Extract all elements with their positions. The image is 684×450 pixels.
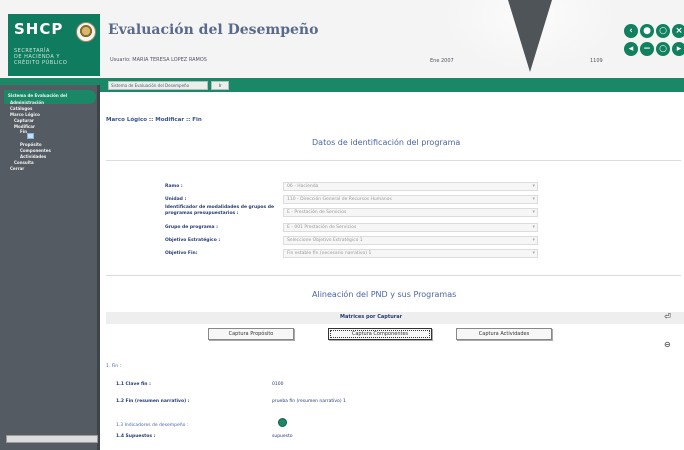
chevron-down-icon: ▾	[532, 209, 535, 215]
go-circle-icon[interactable]	[278, 418, 287, 427]
section-title-alineacion: Alineación del PND y sus Programas	[312, 290, 457, 299]
national-seal-icon	[76, 22, 96, 42]
label-clave-fin: 1.1 Clave fin :	[116, 382, 151, 387]
captura-actividades-button[interactable]: Captura Actividades	[456, 328, 552, 340]
objetivo-estrategico-value: Seleccione Objetivo Estratégico 1	[287, 238, 363, 243]
ramo-select[interactable]: 06 - Hacienda ▾	[283, 182, 538, 191]
fin-section-title: 1. Fin :	[106, 364, 122, 369]
agency-line-3: CRÉDITO PÚBLICO	[14, 60, 68, 66]
grupo-select[interactable]: E - 001 Prestación de Servicios ▾	[283, 223, 538, 232]
back-circle-icon[interactable]: ‹	[624, 24, 638, 38]
user-id: 1109	[590, 58, 603, 64]
label-unidad: Unidad :	[165, 197, 187, 202]
header-cone-graphic	[508, 0, 552, 72]
home-icon[interactable]: ○	[656, 24, 670, 38]
label-fin-resumen: 1.2 Fin (resumen narrativo) :	[116, 399, 190, 404]
label-objetivo-estrategico: Objetivo Estratégico :	[165, 238, 221, 243]
unidad-select[interactable]: 110 - Dirección General de Recursos Huma…	[283, 195, 538, 204]
sidebar-item-actividades[interactable]: Actividades	[20, 154, 46, 159]
section-title-identificacion: Datos de identificación del programa	[312, 138, 461, 147]
value-supuestos: supuesto	[272, 434, 293, 439]
logo-text: SHCP	[14, 20, 64, 38]
sidebar-item-fin[interactable]: Fin	[20, 129, 27, 134]
divider	[106, 160, 681, 161]
identificador-select[interactable]: E - Prestación de Servicios ▾	[283, 208, 538, 217]
chevron-down-icon: ▾	[532, 250, 535, 256]
sidebar-item-sistema[interactable]: Sistema de Evaluación del	[8, 93, 67, 98]
return-icon[interactable]: ⏎	[664, 312, 671, 321]
sidebar-item-marco-logico[interactable]: Marco Lógico	[10, 112, 40, 117]
chevron-down-icon: ▾	[532, 237, 535, 243]
captura-proposito-button[interactable]: Captura Propósito	[208, 328, 294, 340]
unidad-value: 110 - Dirección General de Recursos Huma…	[287, 197, 392, 202]
divider	[106, 275, 681, 276]
objetivo-fin-value: Fin estable fin (necesario narrativo) 1	[287, 251, 372, 256]
sidebar-item-proposito[interactable]: Propósito	[20, 142, 42, 147]
folder-icon	[27, 133, 34, 139]
breadcrumb: Marco Lógico :: Modificar :: Fin	[106, 117, 202, 123]
objetivo-fin-select[interactable]: Fin estable fin (necesario narrativo) 1 ▾	[283, 249, 538, 258]
minus-icon[interactable]: −	[640, 42, 654, 56]
sidebar-item-capturar[interactable]: Capturar	[14, 118, 34, 123]
help-icon[interactable]: ○	[656, 42, 670, 56]
chevron-down-icon: ▾	[532, 224, 535, 230]
matrix-label: Matrices por Capturar	[340, 314, 403, 320]
sidebar-item-componentes[interactable]: Componentes	[20, 148, 51, 153]
chevron-down-icon: ▾	[532, 196, 535, 202]
date-label: Ene 2007	[430, 58, 454, 64]
sidebar-item-consulta[interactable]: Consulta	[14, 160, 34, 165]
close-icon[interactable]: ×	[672, 24, 684, 38]
chevron-down-icon: ▾	[532, 183, 535, 189]
label-grupo: Grupo de programa :	[165, 225, 218, 230]
sidebar-scrollbar[interactable]	[6, 435, 98, 443]
next-icon[interactable]: ▸	[672, 42, 684, 56]
label-indicadores[interactable]: 1.3 Indicadores de desempeño :	[116, 423, 188, 428]
module-bar	[0, 78, 684, 92]
previous-icon[interactable]: ◂	[624, 42, 638, 56]
objetivo-estrategico-select[interactable]: Seleccione Objetivo Estratégico 1 ▾	[283, 236, 538, 245]
sidebar	[0, 85, 100, 450]
label-objetivo-fin: Objetivo Fin:	[165, 251, 198, 256]
captura-componentes-button[interactable]: Captura Componentes	[328, 328, 432, 340]
module-select[interactable]: Sistema de Evaluación del Desempeño	[108, 81, 208, 90]
user-info: Usuario: MARIA TERESA LOPEZ RAMOS	[110, 57, 207, 63]
label-ramo: Ramo :	[165, 184, 183, 189]
identificador-value: E - Prestación de Servicios	[287, 210, 347, 215]
sidebar-item-catalogos[interactable]: Catálogos	[10, 106, 32, 111]
minus-circle-icon[interactable]: ⊖	[664, 340, 671, 349]
grupo-value: E - 001 Prestación de Servicios	[287, 225, 357, 230]
app-title: Evaluación del Desempeño	[108, 22, 319, 38]
search-icon[interactable]: ●	[640, 24, 654, 38]
ramo-value: 06 - Hacienda	[287, 184, 319, 189]
label-supuestos: 1.4 Supuestos :	[116, 434, 156, 439]
value-clave-fin: 0100	[272, 382, 284, 387]
sidebar-item-administracion[interactable]: Administración	[10, 100, 44, 105]
go-button[interactable]: Ir	[211, 81, 229, 90]
shcp-logo: SHCP SECRETARÍA DE HACIENDA Y CRÉDITO PÚ…	[8, 14, 100, 76]
label-identificador: Identificador de modalidades de grupos d…	[165, 205, 275, 216]
sidebar-item-cerrar[interactable]: Cerrar	[10, 166, 24, 171]
value-fin-resumen: prueba fin (resumen narrativo) 1	[272, 399, 346, 404]
